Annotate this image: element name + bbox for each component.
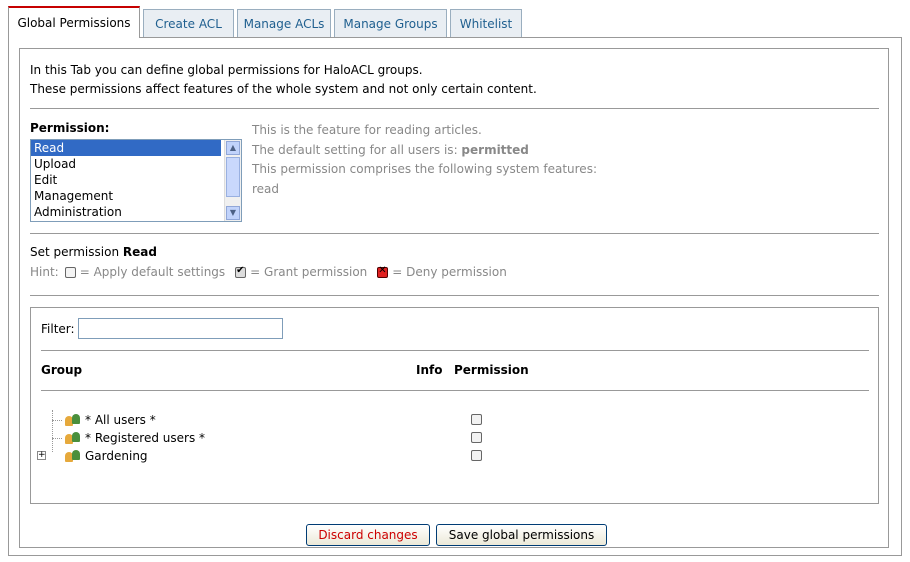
filter-label: Filter: — [41, 322, 75, 336]
intro-line-1: In this Tab you can define global permis… — [30, 63, 423, 77]
tree-row-registered-users[interactable]: * Registered users * — [65, 429, 205, 447]
tab-create-acl[interactable]: Create ACL — [143, 9, 234, 37]
permission-option-management[interactable]: Management — [31, 188, 221, 204]
tree-connector — [52, 438, 62, 439]
save-global-permissions-button[interactable]: Save global permissions — [436, 524, 607, 546]
description-line-2: The default setting for all users is: pe… — [252, 141, 597, 161]
divider — [41, 350, 869, 351]
set-permission-name: Read — [122, 245, 157, 259]
tab-bar: Global Permissions Create ACL Manage ACL… — [8, 6, 525, 38]
group-permissions-box: Filter: Group Info Permission * All user… — [30, 307, 879, 504]
column-header-group: Group — [41, 363, 83, 377]
permission-checkbox-gardening[interactable] — [471, 450, 482, 461]
tree-connector — [52, 420, 62, 421]
divider — [30, 108, 879, 109]
permission-option-edit[interactable]: Edit — [31, 172, 221, 188]
filter-input[interactable] — [78, 318, 283, 339]
checkbox-grant-icon — [235, 265, 247, 278]
group-name[interactable]: * Registered users * — [85, 431, 205, 445]
hint-legend: Hint: = Apply default settings = Grant p… — [30, 265, 507, 280]
scroll-thumb[interactable] — [226, 157, 240, 197]
content-box: In this Tab you can define global permis… — [19, 48, 889, 548]
group-name[interactable]: Gardening — [85, 449, 148, 463]
divider — [30, 295, 879, 296]
group-icon — [65, 449, 81, 463]
global-permissions-panel: In this Tab you can define global permis… — [8, 37, 902, 556]
intro-line-2: These permissions affect features of the… — [30, 82, 537, 96]
group-icon — [65, 431, 81, 445]
listbox-scrollbar[interactable]: ▲ ▼ — [224, 140, 241, 221]
checkbox-deny-icon — [377, 265, 389, 278]
description-line-1: This is the feature for reading articles… — [252, 123, 482, 137]
tab-manage-acls[interactable]: Manage ACLs — [237, 9, 331, 37]
permission-label: Permission: — [30, 121, 110, 135]
tab-global-permissions[interactable]: Global Permissions — [8, 6, 140, 38]
permission-option-administration[interactable]: Administration — [31, 204, 221, 220]
tab-whitelist[interactable]: Whitelist — [450, 9, 522, 37]
divider — [30, 233, 879, 234]
scroll-down-icon[interactable]: ▼ — [226, 206, 240, 220]
checkbox-default-icon — [64, 266, 76, 278]
tree-connector — [52, 410, 53, 452]
scroll-up-icon[interactable]: ▲ — [226, 141, 240, 155]
default-setting-value: permitted — [461, 142, 529, 157]
expand-plus-icon[interactable]: + — [37, 451, 46, 460]
set-permission-prefix: Set permission — [30, 245, 123, 259]
hint-grant-text: = Grant permission — [250, 265, 368, 279]
permission-checkbox-registered-users[interactable] — [471, 432, 482, 443]
tree-row-gardening[interactable]: Gardening — [65, 447, 148, 465]
group-name[interactable]: * All users * — [85, 413, 156, 427]
description-line-3: This permission comprises the following … — [252, 162, 597, 176]
permission-checkbox-all-users[interactable] — [471, 414, 482, 425]
permission-option-read[interactable]: Read — [31, 140, 222, 157]
permission-description: This is the feature for reading articles… — [252, 121, 597, 199]
hint-label: Hint: — [30, 265, 59, 279]
group-icon — [65, 413, 81, 427]
set-permission-heading: Set permission Read — [30, 245, 157, 259]
intro-text: In this Tab you can define global permis… — [30, 61, 537, 99]
column-header-permission: Permission — [454, 363, 529, 377]
hint-deny-text: = Deny permission — [392, 265, 507, 279]
permission-option-upload[interactable]: Upload — [31, 156, 221, 172]
hint-default-text: = Apply default settings — [79, 265, 226, 279]
tab-manage-groups[interactable]: Manage Groups — [334, 9, 447, 37]
discard-changes-button[interactable]: Discard changes — [306, 524, 430, 546]
default-setting-label: The default setting for all users is: — [252, 142, 462, 157]
description-line-4: read — [252, 181, 280, 196]
permission-listbox[interactable]: Read Upload Edit Management Administrati… — [30, 139, 242, 222]
divider — [41, 390, 869, 391]
column-header-info: Info — [416, 363, 443, 377]
tree-row-all-users[interactable]: * All users * — [65, 411, 156, 429]
